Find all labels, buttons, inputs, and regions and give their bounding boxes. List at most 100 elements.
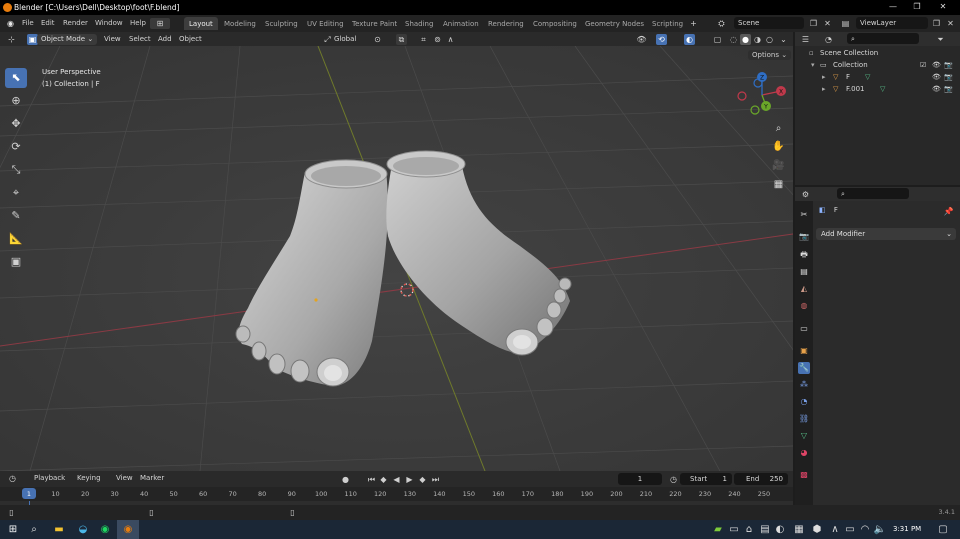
record-icon[interactable]: ● xyxy=(340,474,351,485)
tool-settings-tab-icon[interactable]: ✂ xyxy=(798,209,810,221)
new-scene-icon[interactable]: ❐ xyxy=(808,18,819,29)
menu-window[interactable]: Window xyxy=(95,19,123,27)
snap-icon[interactable]: ⧉ xyxy=(396,34,407,45)
jump-end-icon[interactable]: ⏭ xyxy=(430,474,441,485)
falloff-icon[interactable]: ∧ xyxy=(445,34,456,45)
menu-select[interactable]: Select xyxy=(129,35,151,43)
delete-scene-icon[interactable]: ✕ xyxy=(822,18,833,29)
render-tab-icon[interactable]: 📷 xyxy=(798,231,810,243)
properties-search[interactable]: ⌕ xyxy=(837,188,909,199)
tab-geometry-nodes[interactable]: Geometry Nodes xyxy=(580,17,649,30)
menu-add[interactable]: Add xyxy=(158,35,172,43)
pin-icon[interactable]: 📌 xyxy=(943,206,954,217)
tab-uv-editing[interactable]: UV Editing xyxy=(302,17,349,30)
tab-scripting[interactable]: Scripting xyxy=(647,17,688,30)
tab-animation[interactable]: Animation xyxy=(438,17,484,30)
timeline-view-menu[interactable]: View xyxy=(116,474,133,482)
add-workspace-icon[interactable]: + xyxy=(688,18,699,29)
visibility-icon[interactable]: 👁 xyxy=(636,34,647,45)
menu-render[interactable]: Render xyxy=(63,19,88,27)
minimize-icon[interactable]: — xyxy=(880,2,906,13)
constraints-tab-icon[interactable]: ⛓ xyxy=(798,413,810,425)
add-cube-tool-icon[interactable]: ▣ xyxy=(5,252,27,272)
gizmo-toggle-icon[interactable]: ⟲ xyxy=(656,34,667,45)
world-tab-icon[interactable]: ◍ xyxy=(798,300,810,312)
pan-hand-icon[interactable]: ✋ xyxy=(770,138,787,155)
data-tab-icon[interactable]: ▽ xyxy=(798,430,810,442)
menu-file[interactable]: File xyxy=(22,19,34,27)
nvidia-icon[interactable]: ▰ xyxy=(711,523,725,536)
blender-taskbar-icon[interactable]: ◉ xyxy=(121,523,135,536)
tab-sculpting[interactable]: Sculpting xyxy=(260,17,303,30)
camera-render-icon[interactable]: 📷 xyxy=(944,61,953,69)
particles-tab-icon[interactable]: ⁂ xyxy=(798,379,810,391)
show-hidden-icons-icon[interactable]: ∧ xyxy=(828,523,842,536)
add-modifier-button[interactable]: Add Modifier ⌄ xyxy=(816,228,956,240)
outliner-scene-collection[interactable]: ▫ Scene Collection xyxy=(795,49,960,61)
eye-icon[interactable]: 👁 xyxy=(932,85,941,93)
annotate-tool-icon[interactable]: ✎ xyxy=(5,206,27,226)
options-dropdown[interactable]: Options ⌄ xyxy=(748,50,792,60)
expand-arrow-icon[interactable]: ▾ xyxy=(811,61,815,69)
battery-icon[interactable]: ▭ xyxy=(843,523,857,536)
prev-keyframe-icon[interactable]: ◆ xyxy=(378,474,389,485)
outliner-editor-icon[interactable]: ☰ xyxy=(800,34,811,45)
object-tab-icon[interactable]: ▣ xyxy=(798,345,810,357)
view-layer-selector[interactable]: ViewLayer xyxy=(856,17,928,29)
cursor-tool-icon[interactable]: ⊕ xyxy=(5,91,27,111)
material-shading-icon[interactable]: ◑ xyxy=(752,34,763,45)
tab-texture-paint[interactable]: Texture Paint xyxy=(347,17,402,30)
menu-view[interactable]: View xyxy=(104,35,121,43)
outliner-collection[interactable]: ▾ ▭ Collection ☑ 👁 📷 xyxy=(795,61,960,73)
properties-editor-icon[interactable]: ⚙ xyxy=(800,189,811,200)
current-frame-field[interactable]: 1 xyxy=(618,473,662,485)
physics-tab-icon[interactable]: ◔ xyxy=(798,396,810,408)
tab-rendering[interactable]: Rendering xyxy=(483,17,529,30)
new-view-layer-icon[interactable]: ❐ xyxy=(931,18,942,29)
navigation-gizmo[interactable]: X Z Y xyxy=(733,68,791,126)
tray-icon[interactable]: ⌂ xyxy=(742,523,756,536)
clock-time[interactable]: 3:31 PM xyxy=(893,525,921,533)
expand-arrow-icon[interactable]: ▸ xyxy=(822,73,826,81)
eye-icon[interactable]: 👁 xyxy=(932,73,941,81)
play-icon[interactable]: ▶ xyxy=(404,474,415,485)
timeline-playback-menu[interactable]: Playback xyxy=(34,474,65,482)
editor-type-icon[interactable]: ⊞ xyxy=(150,18,170,29)
3d-viewport[interactable]: User Perspective (1) Collection | F Opti… xyxy=(0,46,793,471)
measure-tool-icon[interactable]: 📐 xyxy=(5,229,27,249)
view-layer-icon[interactable]: ▤ xyxy=(840,18,851,29)
grid-perspective-icon[interactable]: ▦ xyxy=(770,176,787,193)
snap-target-icon[interactable]: ⌗ xyxy=(418,34,429,45)
end-frame-field[interactable]: End 250 xyxy=(734,473,788,485)
tab-modeling[interactable]: Modeling xyxy=(219,17,261,30)
tab-layout[interactable]: Layout xyxy=(184,17,218,30)
blender-menu-icon[interactable]: ◉ xyxy=(5,18,16,29)
xray-icon[interactable]: ▢ xyxy=(712,34,723,45)
delete-view-layer-icon[interactable]: ✕ xyxy=(945,18,956,29)
file-explorer-icon[interactable]: ▬ xyxy=(52,523,66,536)
spotify-icon[interactable]: ◉ xyxy=(98,523,112,536)
menu-help[interactable]: Help xyxy=(130,19,146,27)
scene-tab-icon[interactable]: ◭ xyxy=(798,283,810,295)
camera-render-icon[interactable]: 📷 xyxy=(944,73,953,81)
modifier-tab-icon[interactable]: 🔧 xyxy=(798,362,810,374)
tray-icon[interactable]: ⬢ xyxy=(810,523,824,536)
view-layer-tab-icon[interactable]: ▤ xyxy=(798,266,810,278)
tray-icon[interactable]: ▭ xyxy=(727,523,741,536)
menu-edit[interactable]: Edit xyxy=(41,19,55,27)
shading-options-icon[interactable]: ⌄ xyxy=(778,34,789,45)
transform-tool-icon[interactable]: ⌖ xyxy=(5,183,27,203)
select-tool-icon[interactable]: ⬉ xyxy=(5,68,27,88)
wifi-icon[interactable]: ◠ xyxy=(858,523,872,536)
solid-shading-icon[interactable]: ● xyxy=(740,34,751,45)
editor-type-3d-icon[interactable]: ⊹ xyxy=(6,34,17,45)
rotate-tool-icon[interactable]: ⟳ xyxy=(5,137,27,157)
scene-selector[interactable]: Scene xyxy=(734,17,804,29)
timeline-editor-icon[interactable]: ◷ xyxy=(7,473,18,484)
windows-start-icon[interactable]: ⊞ xyxy=(6,523,20,536)
edge-icon[interactable]: ◒ xyxy=(76,523,90,536)
rendered-shading-icon[interactable]: ○ xyxy=(764,34,775,45)
notifications-icon[interactable]: ▢ xyxy=(936,523,950,536)
tray-icon[interactable]: ◐ xyxy=(773,523,787,536)
outliner-object-f001[interactable]: ▸ ▽ F.001 ▽ 👁 📷 xyxy=(795,85,960,97)
